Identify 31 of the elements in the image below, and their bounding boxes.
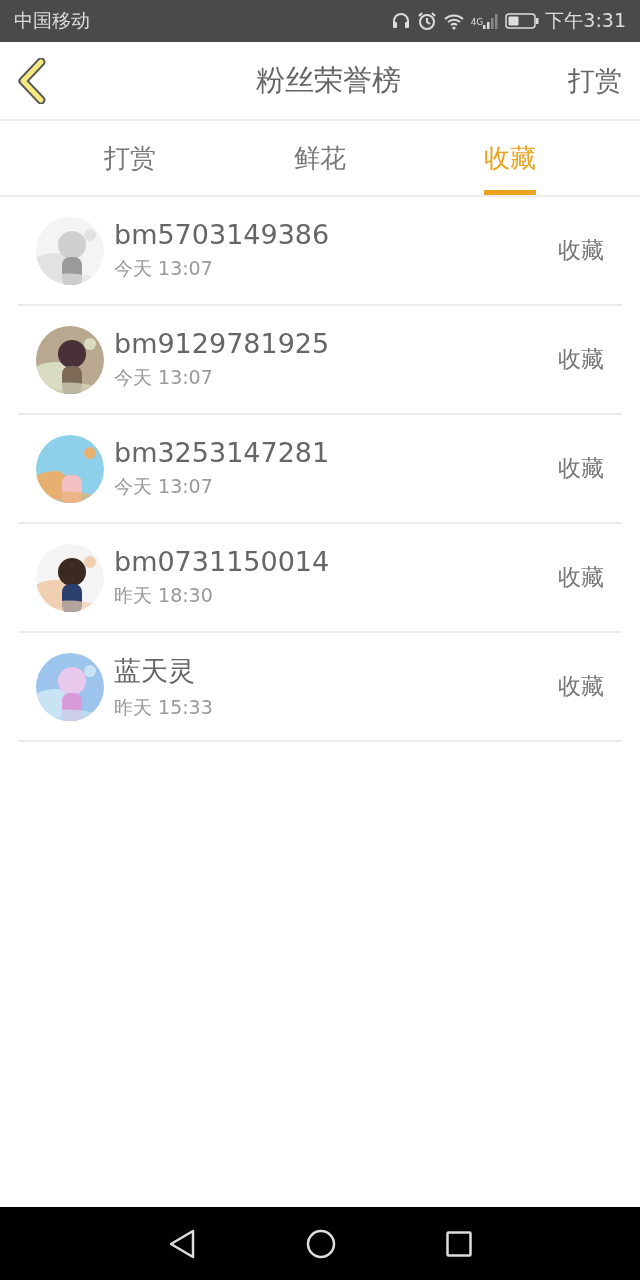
fan-action: 收藏 <box>558 454 604 483</box>
signal-icon <box>483 13 500 29</box>
fan-name: bm0731150014 <box>114 546 331 577</box>
fan-time: 今天 13:07 <box>114 474 214 499</box>
fan-name: bm9129781925 <box>114 328 331 359</box>
fan-name: bm5703149386 <box>114 219 331 250</box>
battery-icon <box>505 13 540 29</box>
wifi-icon <box>442 12 465 30</box>
fan-action: 收藏 <box>558 345 604 374</box>
back-triangle-icon[interactable] <box>168 1228 196 1259</box>
tab[interactable]: 鲜花 <box>294 121 346 195</box>
network-type: 4G <box>470 17 484 27</box>
fan-time: 昨天 18:30 <box>114 583 214 608</box>
carrier-name: 中国移动 <box>14 8 90 33</box>
fan-name: bm3253147281 <box>114 437 331 468</box>
tab[interactable]: 打赏 <box>104 121 156 195</box>
back-chevron-icon <box>17 57 47 104</box>
fan-time: 今天 13:07 <box>114 256 214 281</box>
headphones-icon <box>390 12 411 30</box>
reward-button[interactable]: 打赏 <box>560 62 622 99</box>
fan-time: 今天 13:07 <box>114 365 214 390</box>
home-circle-icon[interactable] <box>306 1228 336 1259</box>
page-title: 粉丝荣誉榜 <box>255 61 402 99</box>
alarm-icon <box>416 11 437 31</box>
fan-action: 收藏 <box>558 563 604 592</box>
fan-time: 昨天 15:33 <box>114 694 214 720</box>
fan-action: 收藏 <box>558 672 604 701</box>
recent-square-icon[interactable] <box>446 1230 472 1257</box>
fan-action: 收藏 <box>558 236 604 265</box>
fan-name: 蓝天灵 <box>114 653 196 688</box>
clock-time: 下午3:31 <box>545 8 626 33</box>
